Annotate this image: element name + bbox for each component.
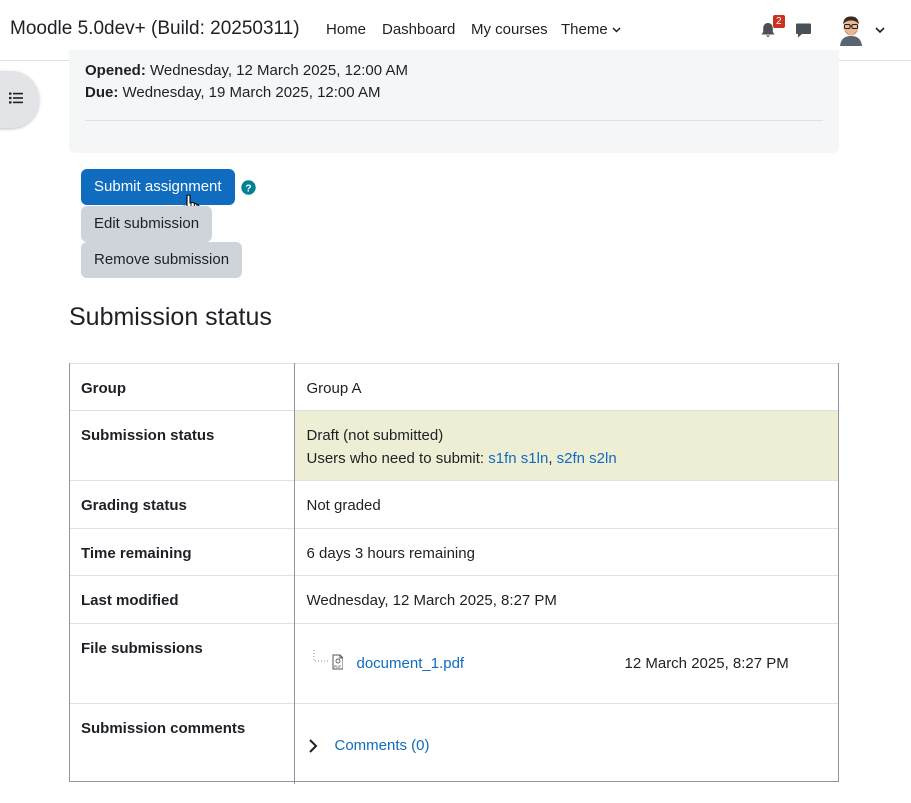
help-icon[interactable]: ? (241, 180, 256, 195)
site-brand[interactable]: Moodle 5.0dev+ (Build: 20250311) (10, 18, 300, 40)
file-link[interactable]: document_1.pdf (357, 652, 465, 675)
submission-status-value: Draft (not submitted) Users who need to … (294, 410, 839, 481)
pdf-file-icon: PDF (313, 650, 343, 670)
svg-text:?: ? (245, 182, 251, 194)
list-icon (9, 92, 23, 104)
course-index-toggle[interactable] (0, 71, 39, 128)
time-remaining-label: Time remaining (69, 528, 295, 576)
submission-status-table: Group Group A Submission status Draft (n… (69, 363, 839, 784)
submission-comments-label: Submission comments (69, 703, 295, 784)
group-value: Group A (294, 363, 839, 411)
chevron-right-icon[interactable] (307, 738, 319, 754)
submission-comments-value: Comments (0) (294, 703, 839, 784)
edit-submission-button[interactable]: Edit submission (81, 206, 213, 242)
group-label: Group (69, 363, 295, 411)
nav-home[interactable]: Home (326, 21, 366, 38)
opened-label: Opened: (85, 62, 146, 79)
divider (85, 120, 823, 121)
due-date: Due: Wednesday, 19 March 2025, 12:00 AM (85, 84, 380, 101)
table-row: File submissions PDF document_1.pdf 12 M… (69, 623, 839, 704)
submit-assignment-button[interactable]: Submit assignment (81, 169, 235, 205)
users-separator: , (548, 450, 557, 467)
opened-value: Wednesday, 12 March 2025, 12:00 AM (150, 62, 408, 79)
file-submissions-label: File submissions (69, 623, 295, 704)
opened-date: Opened: Wednesday, 12 March 2025, 12:00 … (85, 62, 408, 79)
user-link-s1[interactable]: s1fn s1ln (488, 450, 548, 467)
notification-badge: 2 (773, 15, 785, 28)
file-entry: PDF document_1.pdf 12 March 2025, 8:27 P… (307, 624, 828, 703)
svg-text:PDF: PDF (334, 665, 341, 669)
table-row: Last modified Wednesday, 12 March 2025, … (69, 575, 839, 624)
table-row: Group Group A (69, 363, 839, 411)
grading-status-value: Not graded (294, 480, 839, 529)
user-link-s2[interactable]: s2fn s2ln (557, 450, 617, 467)
due-label: Due: (85, 84, 119, 101)
chevron-down-icon (612, 27, 621, 33)
submission-status-label: Submission status (69, 410, 295, 481)
table-row: Time remaining 6 days 3 hours remaining (69, 528, 839, 576)
remove-submission-button[interactable]: Remove submission (81, 242, 243, 278)
table-row: Submission comments Comments (0) (69, 703, 839, 784)
chat-icon[interactable] (795, 22, 812, 39)
comments-link[interactable]: Comments (0) (335, 734, 430, 757)
nav-theme-menu[interactable]: Theme (561, 21, 621, 38)
section-title: Submission status (69, 303, 272, 331)
nav-my-courses[interactable]: My courses (471, 21, 548, 38)
submission-status-text: Draft (not submitted) (306, 427, 444, 444)
grading-status-label: Grading status (69, 480, 295, 529)
nav-dashboard[interactable]: Dashboard (382, 21, 455, 38)
users-prefix: Users who need to submit: (306, 450, 489, 467)
user-menu-chevron-icon[interactable] (875, 27, 885, 34)
last-modified-label: Last modified (69, 575, 295, 624)
time-remaining-value: 6 days 3 hours remaining (294, 528, 839, 576)
due-value: Wednesday, 19 March 2025, 12:00 AM (122, 84, 381, 101)
users-need-submit: Users who need to submit: s1fn s1ln, s2f… (307, 447, 828, 470)
last-modified-value: Wednesday, 12 March 2025, 8:27 PM (294, 575, 839, 624)
file-submissions-value: PDF document_1.pdf 12 March 2025, 8:27 P… (294, 623, 839, 704)
file-date: 12 March 2025, 8:27 PM (624, 655, 789, 672)
activity-dates-card: Opened: Wednesday, 12 March 2025, 12:00 … (69, 50, 839, 153)
comments-area: Comments (0) (307, 704, 828, 783)
table-row: Grading status Not graded (69, 480, 839, 529)
user-avatar[interactable] (836, 14, 866, 46)
nav-theme-label: Theme (561, 21, 608, 38)
table-row: Submission status Draft (not submitted) … (69, 410, 839, 481)
